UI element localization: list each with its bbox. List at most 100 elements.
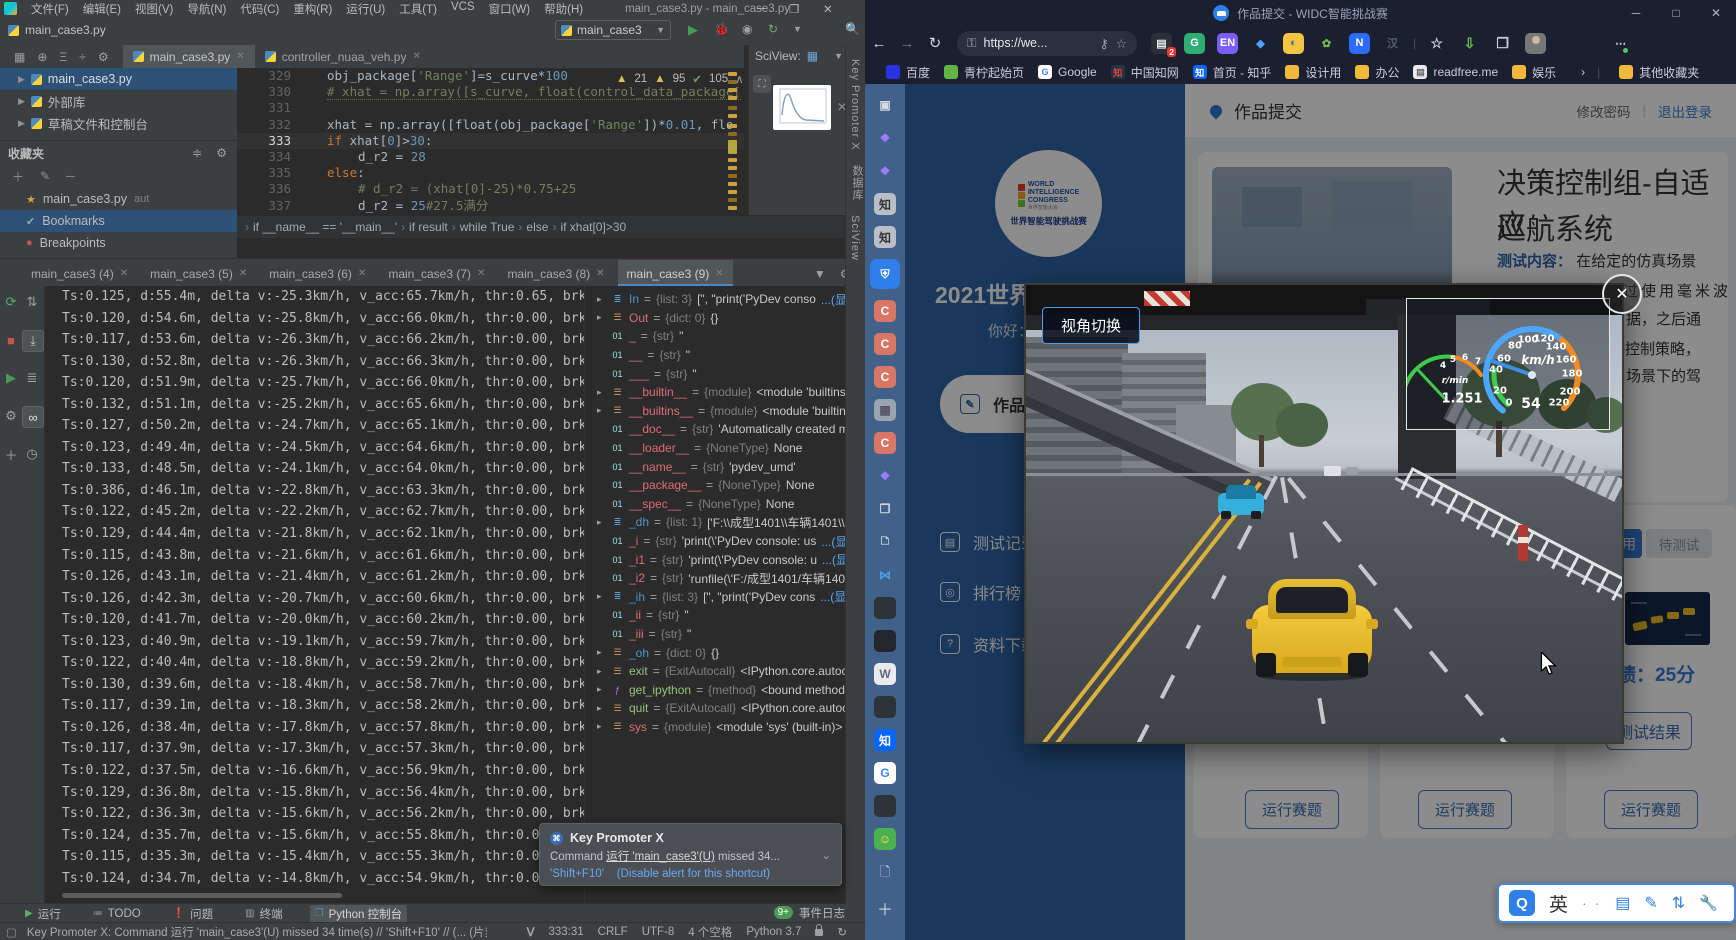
variable-row[interactable]: 01 __package__ = {NoneType} None: [585, 476, 866, 495]
expand-arrow-icon[interactable]: ▸: [597, 647, 606, 658]
tool-window-button[interactable]: ❗ 问题: [168, 905, 218, 923]
run-button[interactable]: ▶: [688, 22, 698, 38]
tool-window-button[interactable]: ≔ TODO: [88, 905, 146, 923]
overlay-close-button[interactable]: ✕: [1602, 274, 1642, 314]
address-bar[interactable]: ⚿ https://we... ⚷ ☆: [957, 31, 1137, 56]
close-tab-icon[interactable]: ✕: [715, 268, 723, 279]
back-icon[interactable]: ←: [865, 35, 893, 52]
plot-thumbnail[interactable]: [773, 85, 831, 130]
variable-row[interactable]: ▸ ☰ sys = {module} <module 'sys' (built-…: [585, 718, 866, 737]
browser-action-icon[interactable]: ❒: [1492, 33, 1513, 54]
line-number[interactable]: 329: [237, 68, 307, 84]
code-editor[interactable]: 329 obj_package['Range']=s_curve*100 330…: [237, 68, 744, 215]
variable-row[interactable]: 01 __doc__ = {str} 'Automatically create…: [585, 420, 866, 439]
close-icon[interactable]: ✕: [1696, 0, 1736, 26]
variable-row[interactable]: 01 __ = {str} ": [585, 346, 866, 365]
run-config-selector[interactable]: main_case3 ▼: [555, 20, 671, 40]
extension-icon[interactable]: ▤2: [1151, 33, 1172, 54]
scroll-down-icon[interactable]: ⇅: [22, 292, 42, 312]
vertical-tab-icon[interactable]: ❖: [874, 127, 896, 149]
tool-window-button[interactable]: ❒ Python 控制台: [310, 905, 407, 923]
chevron-down-icon[interactable]: ▼: [814, 267, 826, 281]
console-tab[interactable]: main_case3 (8)✕: [498, 260, 613, 287]
add-icon[interactable]: ＋: [1, 444, 21, 464]
menu-item[interactable]: 工具(T): [399, 1, 437, 17]
favorites-item[interactable]: ● Breakpoints: [0, 232, 237, 254]
lock-icon[interactable]: [815, 929, 823, 936]
expand-arrow-icon[interactable]: ▸: [597, 517, 606, 528]
menu-item[interactable]: 窗口(W): [489, 1, 531, 17]
right-tool-tab[interactable]: SciView: [849, 215, 861, 261]
variable-row[interactable]: 01 __name__ = {str} 'pydev_umd': [585, 457, 866, 476]
event-log-button[interactable]: 9+ 事件日志: [774, 903, 845, 922]
breadcrumb-item[interactable]: while True: [460, 220, 515, 234]
tool-window-button[interactable]: ▥ 终端: [240, 905, 287, 923]
console-tab[interactable]: main_case3 (9)✕: [618, 260, 733, 287]
tool-window-button[interactable]: ▶ 运行: [20, 905, 66, 923]
soft-wrap-icon[interactable]: ∞: [22, 406, 44, 428]
vertical-tab-icon[interactable]: C: [874, 366, 896, 388]
vertical-tab-icon[interactable]: ⛨: [870, 259, 900, 289]
console-tab[interactable]: main_case3 (4)✕: [22, 260, 137, 287]
expand-arrow-icon[interactable]: ▶: [18, 96, 25, 107]
menu-item[interactable]: 代码(C): [240, 1, 279, 17]
vertical-tab-icon[interactable]: 🗅: [874, 531, 896, 553]
menu-item[interactable]: 编辑(E): [83, 1, 121, 17]
chevron-down-icon[interactable]: ▼: [834, 51, 843, 61]
variable-row[interactable]: ▸ ≣ _ih = {list: 3} [", "print('PyDev co…: [585, 588, 866, 607]
menu-item[interactable]: VCS: [451, 1, 475, 17]
error-stripe[interactable]: [726, 68, 742, 215]
disable-alert-link[interactable]: (Disable alert for this shortcut): [617, 868, 770, 880]
vertical-tab-icon[interactable]: ▣: [874, 94, 896, 116]
menu-item[interactable]: 文件(F): [31, 1, 69, 17]
close-tab-icon[interactable]: ✕: [596, 268, 604, 279]
vertical-tab-icon[interactable]: [874, 630, 896, 652]
favorites-item[interactable]: ✔ Bookmarks: [0, 210, 237, 232]
close-icon[interactable]: ✕: [823, 2, 833, 16]
key-promoter-notification[interactable]: ⌘Key Promoter X Command 运行 'main_case3'(…: [539, 823, 842, 886]
menu-item[interactable]: 帮助(H): [544, 1, 583, 17]
breadcrumb-item[interactable]: if result: [409, 220, 448, 234]
shortcut-link[interactable]: 'Shift+F10': [550, 868, 604, 880]
bookmark-item[interactable]: G Google: [1031, 64, 1104, 81]
variable-row[interactable]: 01 _ii = {str} ": [585, 606, 866, 625]
encoding[interactable]: UTF-8: [642, 926, 675, 938]
vertical-tab-icon[interactable]: ❖: [874, 465, 896, 487]
browser-action-icon[interactable]: ☆: [1426, 33, 1447, 54]
vertical-tab-icon[interactable]: G: [874, 762, 896, 784]
expand-arrow-icon[interactable]: ▶: [18, 118, 25, 129]
expand-arrow-icon[interactable]: ▸: [597, 405, 606, 416]
bookmark-item[interactable]: ▤ readfree.me: [1406, 64, 1505, 81]
vcs-icon[interactable]: Ⅴ: [527, 925, 535, 939]
maximize-icon[interactable]: □: [1656, 0, 1696, 26]
stop-icon[interactable]: ■: [1, 330, 21, 350]
variable-row[interactable]: ▸ ƒ get_ipython = {method} <bound method: [585, 680, 866, 699]
variable-row[interactable]: ▸ ☰ __builtins__ = {module} <module 'bui…: [585, 402, 866, 421]
line-number[interactable]: 330: [237, 84, 307, 100]
command-link[interactable]: 运行 'main_case3'(U): [606, 851, 715, 863]
profiler-button[interactable]: ↻: [768, 22, 778, 36]
variable-row[interactable]: 01 _i1 = {str} 'print(\'PyDev console: u…: [585, 550, 866, 569]
extension-icon[interactable]: G: [1184, 33, 1205, 54]
bookmark-item[interactable]: 办公: [1348, 64, 1406, 81]
menu-item[interactable]: 视图(V): [135, 1, 173, 17]
expand-arrow-icon[interactable]: ▸: [597, 591, 606, 602]
bookmark-item[interactable]: 百度: [879, 64, 937, 81]
right-tool-tab[interactable]: Key Promoter X: [849, 59, 861, 151]
restart-icon[interactable]: ↻: [837, 925, 847, 939]
history-icon[interactable]: ◷: [22, 444, 42, 464]
search-everywhere-icon[interactable]: 🔍: [845, 22, 860, 36]
vertical-tab-icon[interactable]: [874, 795, 896, 817]
indent-setting[interactable]: 4 个空格: [688, 924, 732, 940]
restore-icon[interactable]: ❐: [789, 2, 799, 16]
project-tree-item[interactable]: ▶ 草稿文件和控制台: [0, 112, 237, 134]
ime-edit-icon[interactable]: ✎: [1644, 893, 1657, 913]
rerun-icon[interactable]: ⟳: [1, 292, 21, 312]
variable-row[interactable]: 01 _i = {str} 'print(\'PyDev console: us…: [585, 532, 866, 551]
variable-row[interactable]: ▸ ≣ In = {list: 3} [", "print('PyDev con…: [585, 290, 866, 309]
variable-row[interactable]: 01 _ = {str} ": [585, 327, 866, 346]
extension-icon[interactable]: N: [1349, 33, 1370, 54]
editor-tab[interactable]: controller_nuaa_veh.py ✕: [255, 45, 431, 68]
ime-notebook-icon[interactable]: ▤: [1615, 893, 1630, 913]
expand-arrow-icon[interactable]: ▸: [597, 703, 606, 714]
